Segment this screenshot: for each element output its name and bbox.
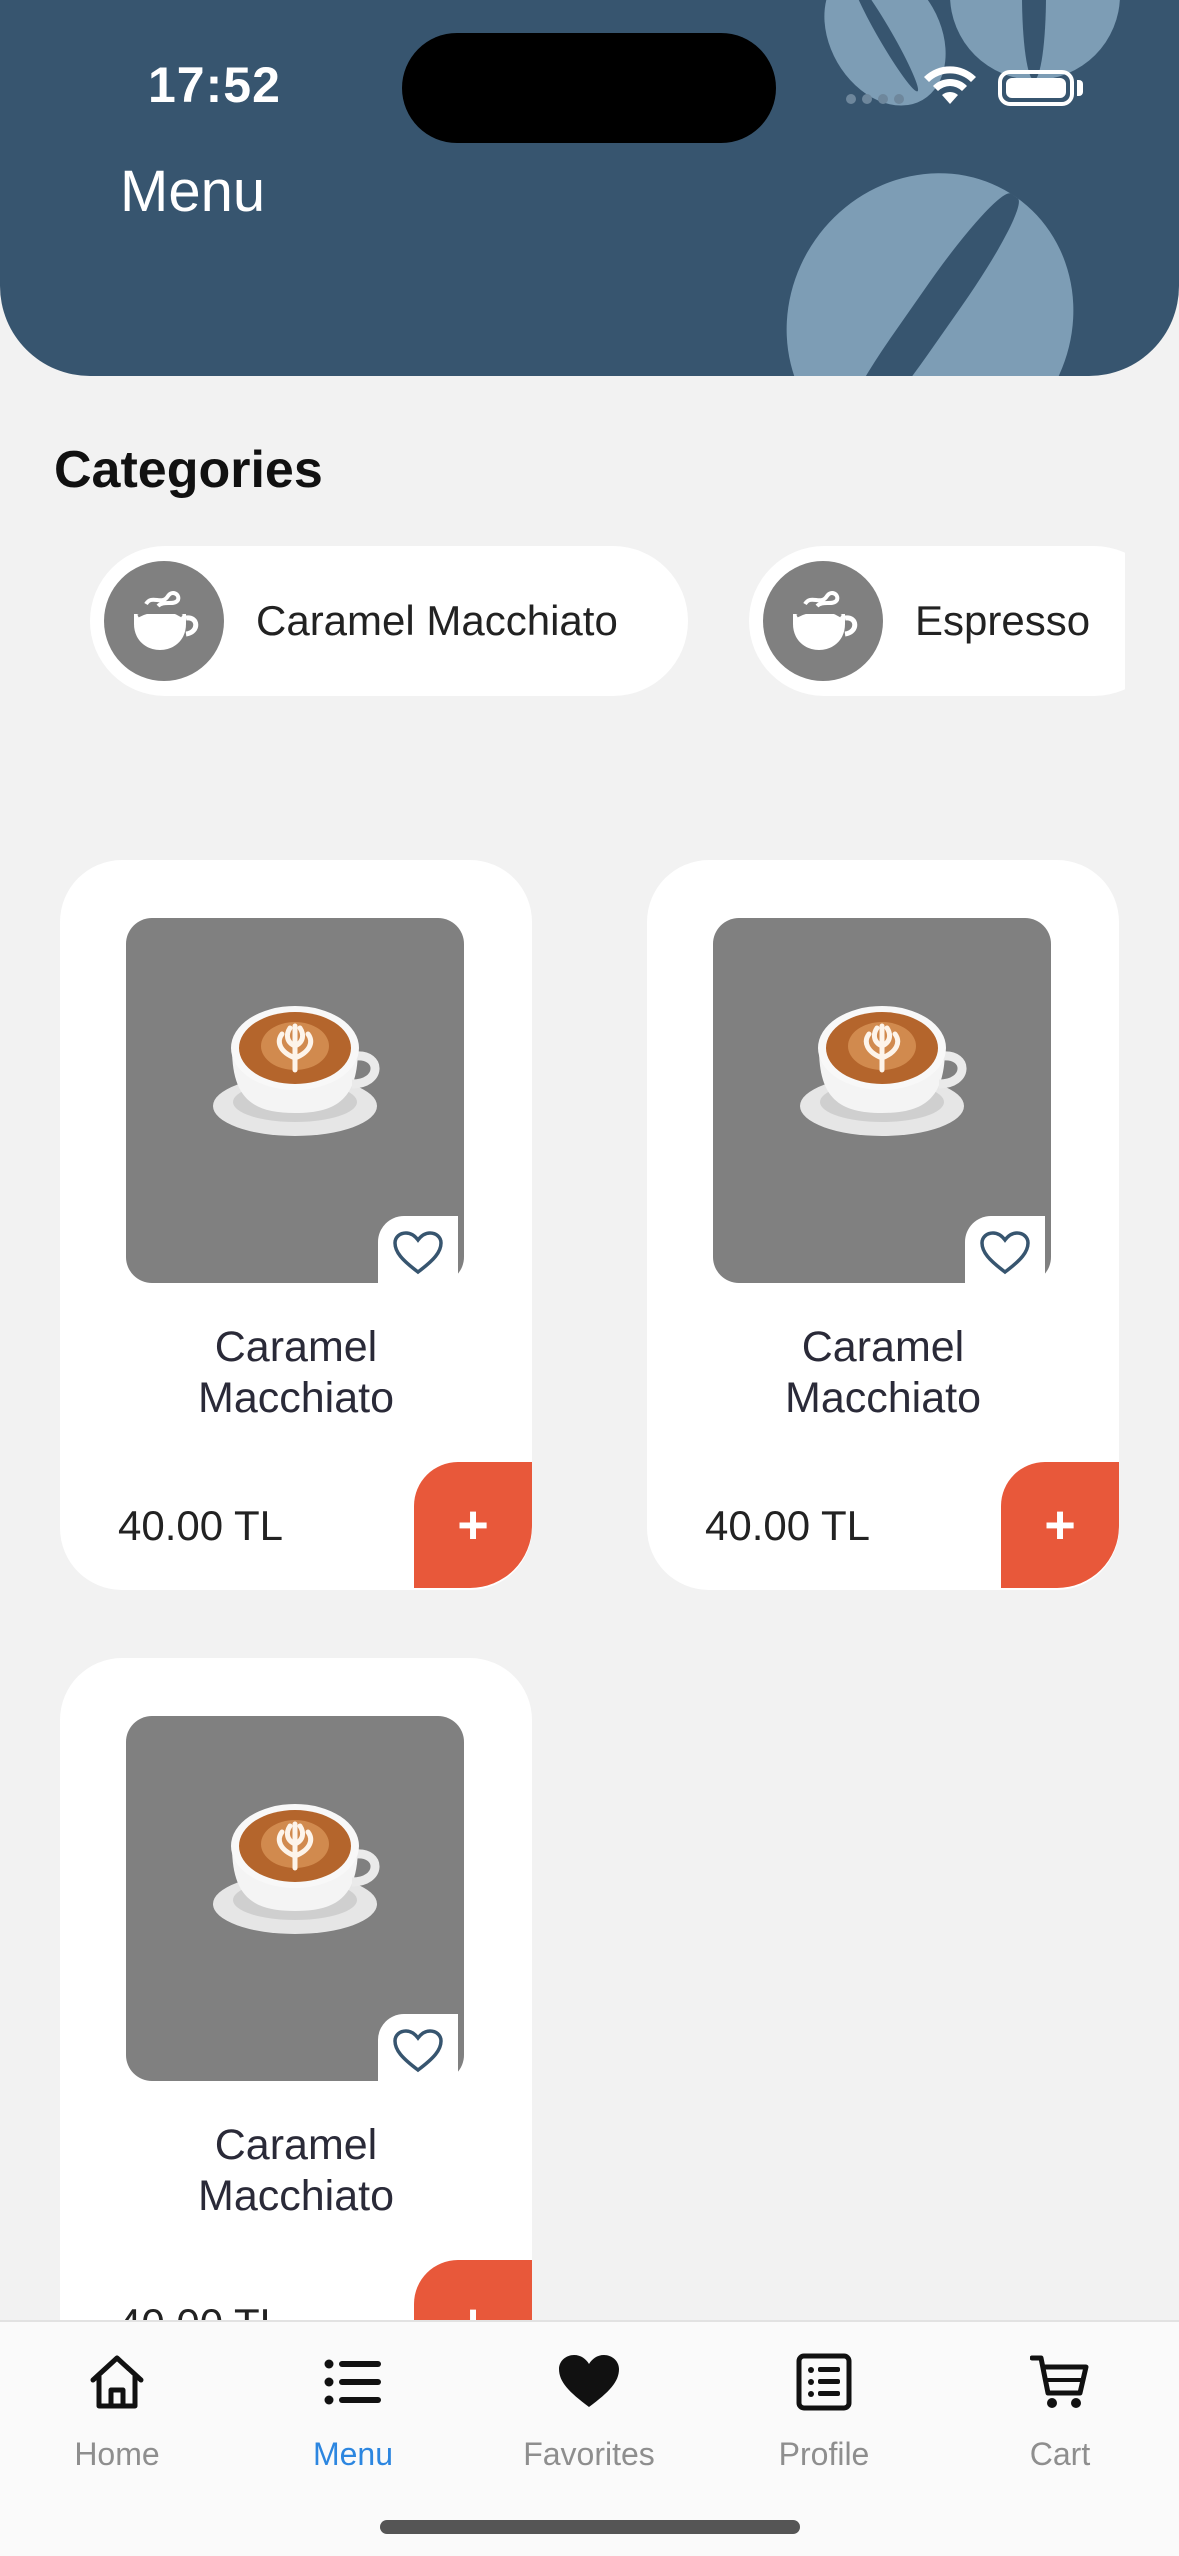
tab-label: Profile — [778, 2436, 870, 2472]
tab-home[interactable]: Home — [17, 2342, 217, 2473]
latte-cup-image — [213, 1006, 380, 1136]
product-card[interactable]: CaramelMacchiato 40.00 TL + — [647, 860, 1119, 1590]
coffee-cup-icon — [104, 561, 224, 681]
favorite-button[interactable] — [378, 1216, 458, 1290]
favorite-button[interactable] — [378, 2014, 458, 2088]
tab-profile[interactable]: Profile — [724, 2342, 924, 2473]
tab-menu[interactable]: Menu — [253, 2342, 453, 2473]
heart-icon — [559, 2355, 619, 2407]
wifi-icon — [924, 66, 976, 104]
category-label: Espresso — [915, 597, 1091, 644]
page-title: Menu — [120, 159, 266, 224]
home-indicator[interactable] — [380, 2520, 800, 2534]
add-to-cart-button[interactable]: + — [414, 1462, 532, 1588]
tab-favorites[interactable]: Favorites — [489, 2342, 689, 2473]
product-name: Caramel Macchiato — [198, 1323, 394, 1422]
coffee-bean-decoration — [729, 116, 1131, 376]
category-label: Caramel Macchiato — [256, 597, 618, 644]
heart-outline-icon — [393, 1231, 443, 1275]
status-time: 17:52 — [148, 57, 281, 113]
add-to-cart-button[interactable]: + — [1001, 1462, 1119, 1588]
latte-cup-image — [800, 1006, 967, 1136]
tab-label: Menu — [312, 2436, 394, 2472]
tab-cart[interactable]: Cart — [960, 2342, 1160, 2473]
list-icon — [324, 2359, 381, 2405]
category-chip-espresso[interactable]: Espresso — [749, 546, 1125, 696]
tab-label: Cart — [1029, 2436, 1091, 2472]
tab-label: Home — [74, 2436, 160, 2472]
home-icon — [90, 2355, 144, 2409]
heart-outline-icon — [980, 1231, 1030, 1275]
favorite-button[interactable] — [965, 1216, 1045, 1290]
cart-icon — [1030, 2355, 1089, 2408]
dynamic-island — [402, 33, 776, 143]
category-chip-caramel-macchiato[interactable]: Caramel Macchiato — [90, 546, 688, 696]
product-name: Caramel Macchiato — [785, 1323, 981, 1422]
profile-icon — [796, 2353, 852, 2411]
latte-cup-image — [213, 1804, 380, 1934]
cellular-signal-icon — [846, 94, 904, 104]
product-price: 40.00 TL — [118, 1502, 284, 1549]
tab-label: Favorites — [523, 2436, 655, 2472]
categories-title: Categories — [54, 441, 323, 499]
header: 17:52 Menu — [0, 0, 1179, 376]
category-list[interactable]: Caramel Macchiato Espresso — [0, 546, 1125, 700]
battery-nub — [1077, 80, 1083, 96]
product-price: 40.00 TL — [705, 1502, 871, 1549]
heart-outline-icon — [393, 2029, 443, 2073]
product-card[interactable]: CaramelMacchiato 40.00 TL + — [60, 860, 532, 1590]
coffee-cup-icon — [763, 561, 883, 681]
product-name: Caramel Macchiato — [198, 2121, 394, 2220]
battery-icon — [998, 70, 1074, 106]
